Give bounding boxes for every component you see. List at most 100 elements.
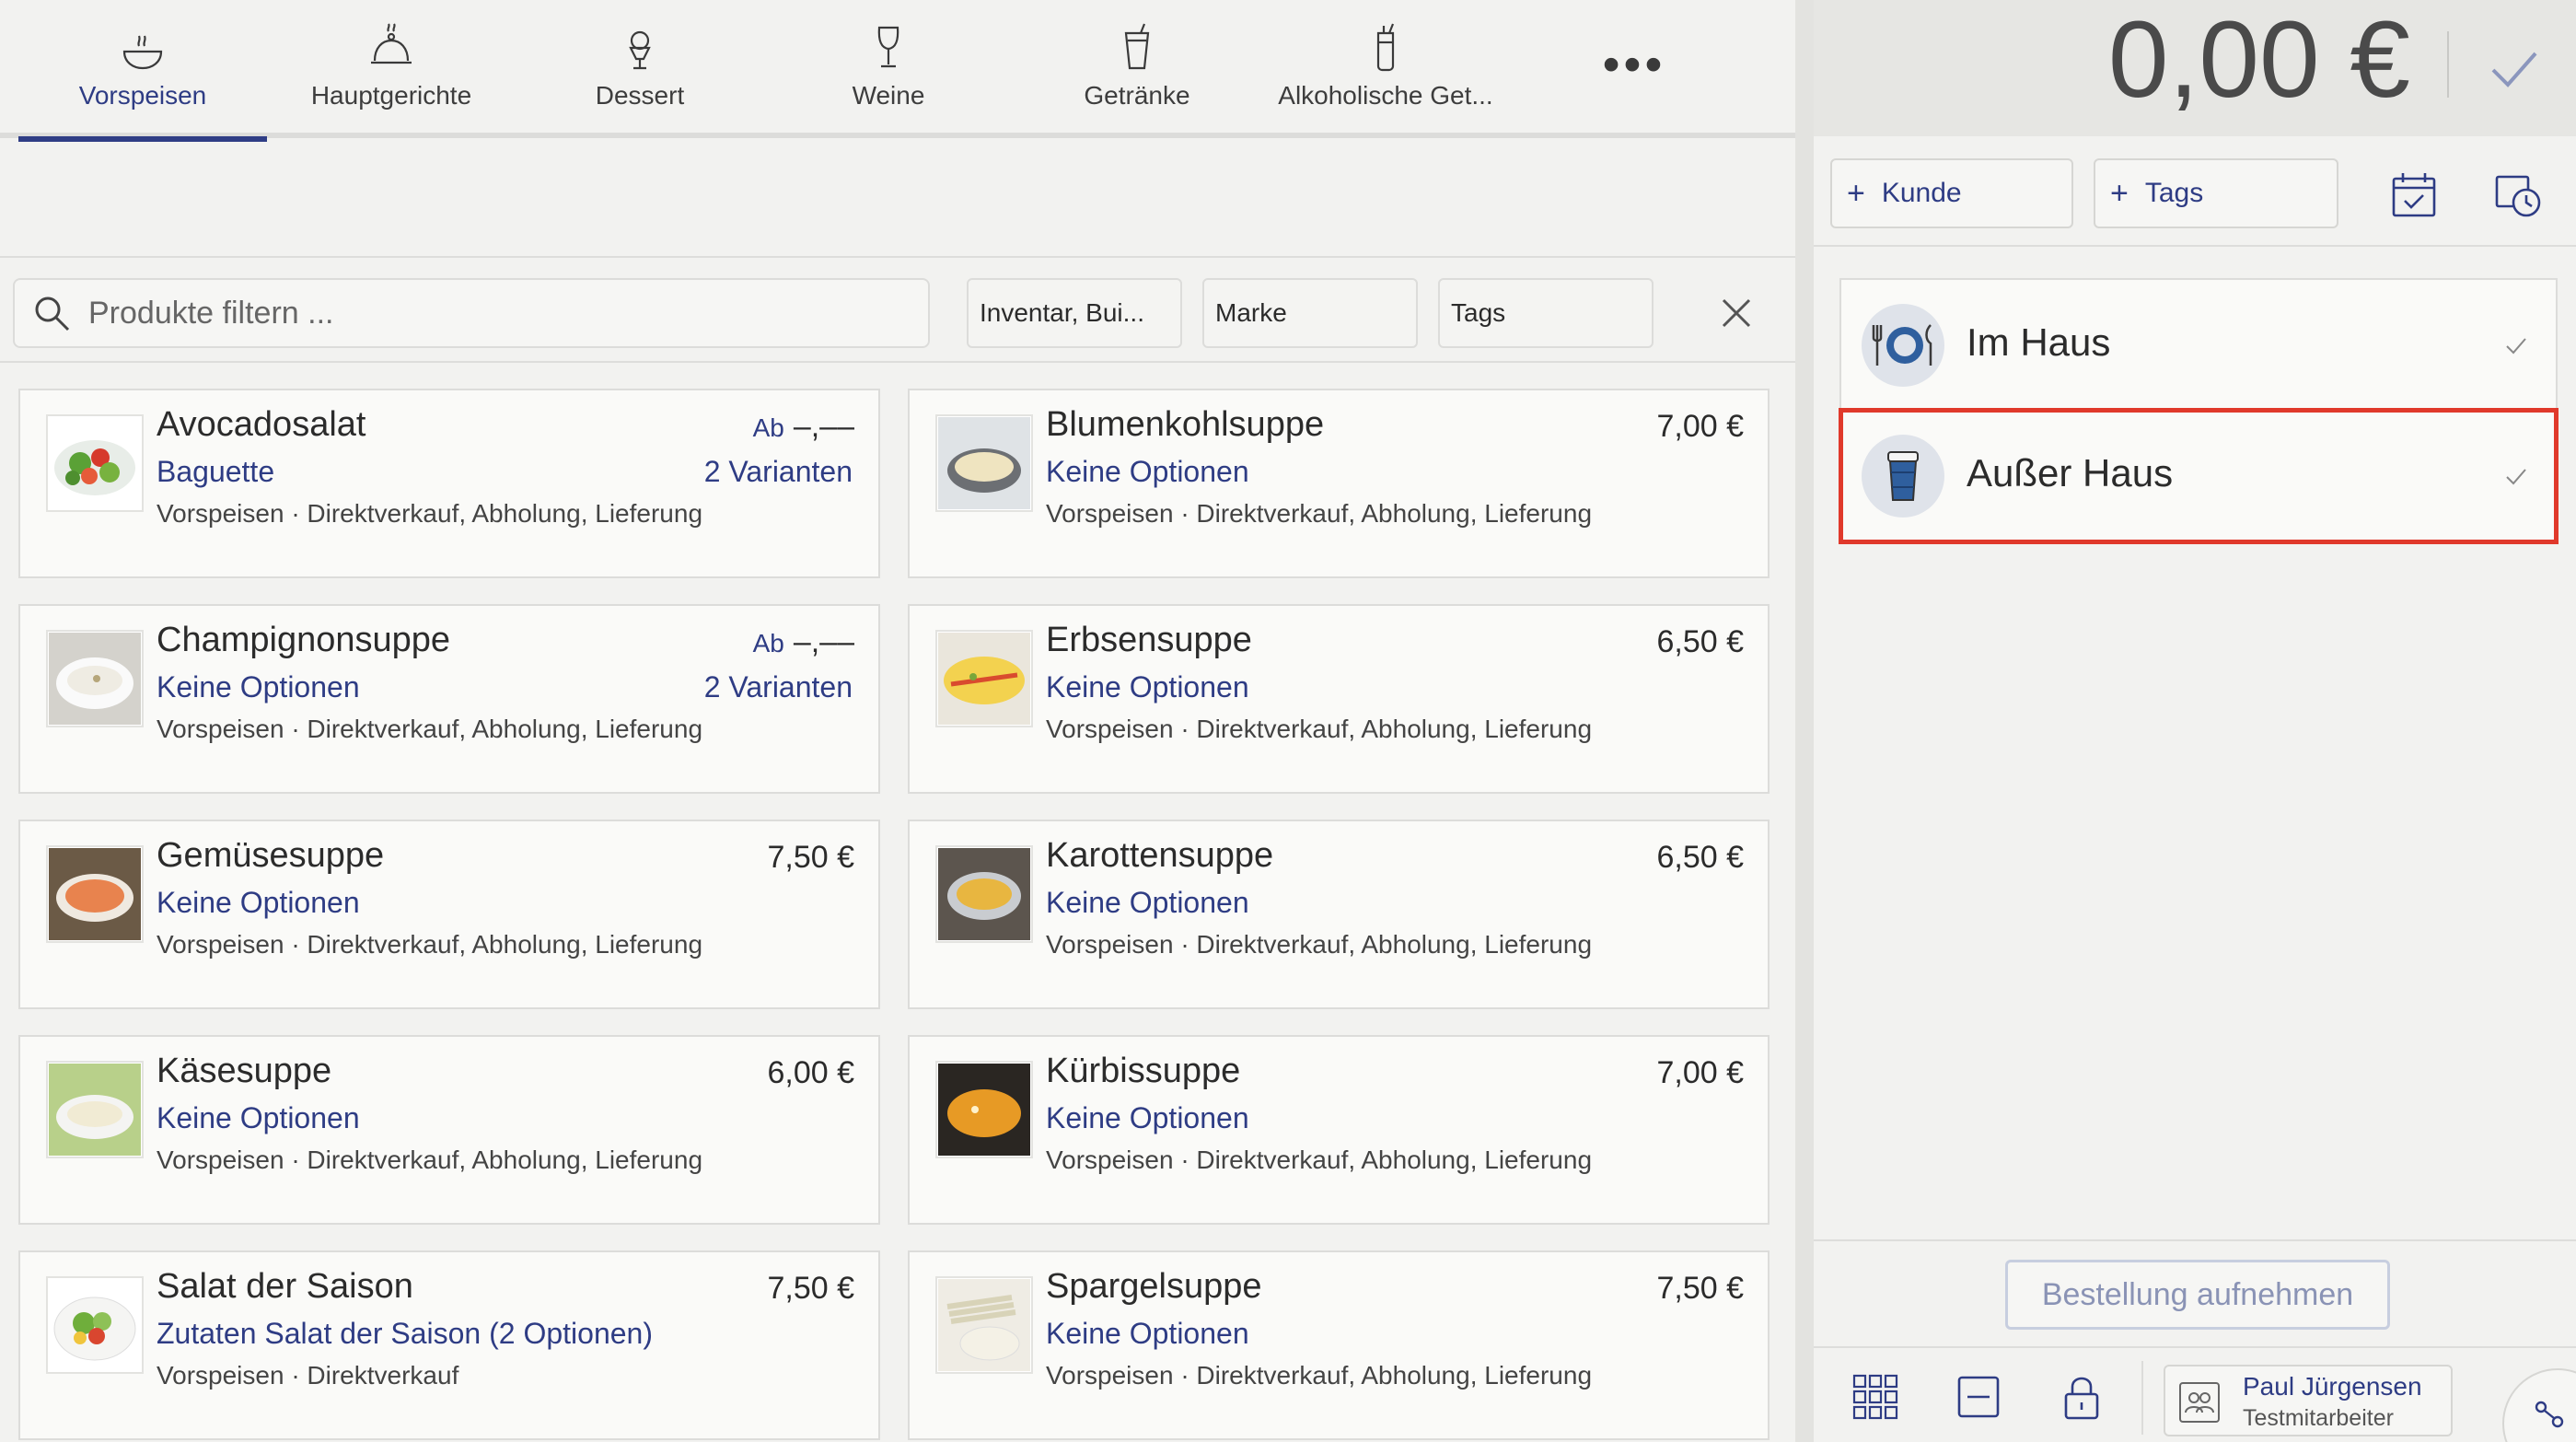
- users-icon: [2179, 1382, 2220, 1423]
- dining-option-im-haus[interactable]: Im Haus: [1841, 280, 2556, 411]
- clear-filter-icon[interactable]: [1711, 287, 1762, 339]
- product-card-karottensuppe[interactable]: Karottensuppe Keine Optionen Vorspeisen …: [908, 820, 1770, 1009]
- product-card-kuerbissuppe[interactable]: Kürbissuppe Keine Optionen Vorspeisen · …: [908, 1035, 1770, 1225]
- product-card-champignonsuppe[interactable]: Champignonsuppe Keine Optionen Vorspeise…: [18, 604, 880, 794]
- check-icon: [2506, 338, 2526, 355]
- product-meta: Vorspeisen · Direktverkauf, Abholung, Li…: [157, 1145, 703, 1174]
- product-name: Blumenkohlsuppe: [1046, 405, 1325, 444]
- product-meta: Vorspeisen · Direktverkauf: [157, 1361, 459, 1390]
- user-name: Paul Jürgensen: [2243, 1372, 2422, 1401]
- user-switch-button[interactable]: Paul Jürgensen Testmitarbeiter: [2164, 1365, 2453, 1436]
- cocktail-icon: [1376, 23, 1395, 72]
- inventory-filter-button[interactable]: Inventar, Bui...: [967, 278, 1182, 348]
- grid-icon[interactable]: [1851, 1372, 1900, 1422]
- search-input[interactable]: [88, 295, 899, 331]
- wine-glass-icon: [877, 26, 899, 68]
- tab-label: Alkoholische Get...: [1278, 81, 1493, 110]
- brand-filter-button[interactable]: Marke: [1202, 278, 1418, 348]
- cup-icon: [1124, 23, 1150, 70]
- product-meta: Vorspeisen · Direktverkauf, Abholung, Li…: [1046, 499, 1593, 528]
- product-price: 7,50 €: [758, 1271, 854, 1307]
- tab-label: Weine: [852, 81, 925, 110]
- dining-option-label: Außer Haus: [1967, 451, 2174, 494]
- pane-divider: [1795, 0, 1814, 1442]
- price-value: 7,00 €: [1656, 409, 1744, 444]
- product-meta: Vorspeisen · Direktverkauf, Abholung, Li…: [1046, 715, 1593, 743]
- tags-filter-button[interactable]: Tags: [1438, 278, 1654, 348]
- checkmark-icon[interactable]: [2484, 39, 2543, 98]
- product-image: [46, 1276, 144, 1374]
- product-name: Salat der Saison: [157, 1267, 413, 1306]
- tab-vorspeisen[interactable]: Vorspeisen: [18, 0, 267, 142]
- product-image: [935, 845, 1033, 943]
- product-card-kaesesuppe[interactable]: Käsesuppe Keine Optionen Vorspeisen · Di…: [18, 1035, 880, 1225]
- product-price: 7,00 €: [1647, 1055, 1744, 1091]
- product-grid: Avocadosalat Baguette Vorspeisen · Direk…: [18, 389, 1772, 1442]
- tab-label: Getränke: [1084, 81, 1190, 110]
- price-value: 6,50 €: [1656, 624, 1744, 659]
- product-image: [46, 1061, 144, 1158]
- product-card-avocadosalat[interactable]: Avocadosalat Baguette Vorspeisen · Direk…: [18, 389, 880, 578]
- tab-label: Dessert: [595, 81, 685, 110]
- product-options: Keine Optionen: [1046, 455, 1249, 488]
- product-options: Keine Optionen: [1046, 1101, 1249, 1134]
- dining-option-ausser-haus[interactable]: Außer Haus: [1839, 408, 2559, 544]
- product-name: Avocadosalat: [157, 405, 366, 444]
- tab-alkoholische-getraenke[interactable]: Alkoholische Get...: [1261, 0, 1510, 136]
- total-separator: [2447, 31, 2449, 98]
- product-name: Champignonsuppe: [157, 621, 451, 659]
- add-tags-button[interactable]: + Tags: [2094, 158, 2338, 228]
- product-card-spargelsuppe[interactable]: Spargelsuppe Keine Optionen Vorspeisen ·…: [908, 1250, 1770, 1440]
- product-variants: 2 Varianten: [703, 670, 853, 704]
- product-options: Keine Optionen: [1046, 1317, 1249, 1350]
- soup-bowl-icon: [122, 35, 163, 70]
- product-card-salat-der-saison[interactable]: Salat der Saison Zutaten Salat der Saiso…: [18, 1250, 880, 1440]
- product-options: Zutaten Salat der Saison (2 Optionen): [157, 1317, 653, 1350]
- product-price: 7,50 €: [1647, 1271, 1744, 1307]
- add-customer-label: Kunde: [1881, 178, 1962, 208]
- more-tabs-button[interactable]: •••: [1579, 37, 1689, 92]
- plus-icon: +: [2110, 175, 2129, 211]
- search-icon: [35, 297, 70, 331]
- filter-bar: Inventar, Bui... Marke Tags: [0, 260, 1795, 363]
- product-pane: Vorspeisen Hauptgerichte Dessert Weine G…: [0, 0, 1795, 1442]
- product-price: 7,50 €: [758, 840, 854, 876]
- product-image: [46, 414, 144, 512]
- product-image: [935, 1061, 1033, 1158]
- lock-icon[interactable]: [2057, 1372, 2106, 1422]
- product-name: Käsesuppe: [157, 1052, 332, 1090]
- connection-icon: [2535, 1401, 2564, 1428]
- minus-box-icon[interactable]: [1954, 1372, 2003, 1422]
- order-bottom-separator: [1814, 1239, 2576, 1241]
- place-order-button[interactable]: Bestellung aufnehmen: [2005, 1260, 2390, 1330]
- price-prefix: Ab: [752, 413, 784, 442]
- tab-weine[interactable]: Weine: [764, 0, 1013, 136]
- product-meta: Vorspeisen · Direktverkauf, Abholung, Li…: [1046, 930, 1593, 959]
- category-tabbar: Vorspeisen Hauptgerichte Dessert Weine G…: [0, 0, 1795, 142]
- product-image: [46, 630, 144, 727]
- product-name: Karottensuppe: [1046, 836, 1274, 875]
- tab-getraenke[interactable]: Getränke: [1013, 0, 1261, 136]
- product-name: Kürbissuppe: [1046, 1052, 1241, 1090]
- product-meta: Vorspeisen · Direktverkauf, Abholung, Li…: [157, 499, 703, 528]
- price-value: –,––: [793, 624, 854, 659]
- add-customer-button[interactable]: + Kunde: [1830, 158, 2073, 228]
- product-card-erbsensuppe[interactable]: Erbsensuppe Keine Optionen Vorspeisen · …: [908, 604, 1770, 794]
- tab-dessert[interactable]: Dessert: [516, 0, 764, 136]
- product-card-blumenkohlsuppe[interactable]: Blumenkohlsuppe Keine Optionen Vorspeise…: [908, 389, 1770, 578]
- product-card-gemuesesuppe[interactable]: Gemüsesuppe Keine Optionen Vorspeisen · …: [18, 820, 880, 1009]
- product-options: Keine Optionen: [1046, 670, 1249, 704]
- product-meta: Vorspeisen · Direktverkauf, Abholung, Li…: [157, 715, 703, 743]
- product-variants: 2 Varianten: [703, 455, 853, 488]
- order-actions: + Kunde + Tags: [1814, 136, 2576, 247]
- order-pane: 0,00 € + Kunde + Tags Im Haus Außer Haus…: [1814, 0, 2576, 1442]
- tab-label: Vorspeisen: [78, 81, 207, 110]
- product-options: Keine Optionen: [157, 670, 360, 704]
- price-value: 6,00 €: [767, 1055, 854, 1090]
- category-subbar: [0, 144, 1795, 258]
- dining-option-label: Im Haus: [1967, 320, 2111, 364]
- clock-history-icon[interactable]: [2491, 168, 2547, 223]
- calendar-check-icon[interactable]: [2386, 168, 2442, 223]
- tab-hauptgerichte[interactable]: Hauptgerichte: [267, 0, 516, 136]
- product-price: 7,00 €: [1647, 409, 1744, 445]
